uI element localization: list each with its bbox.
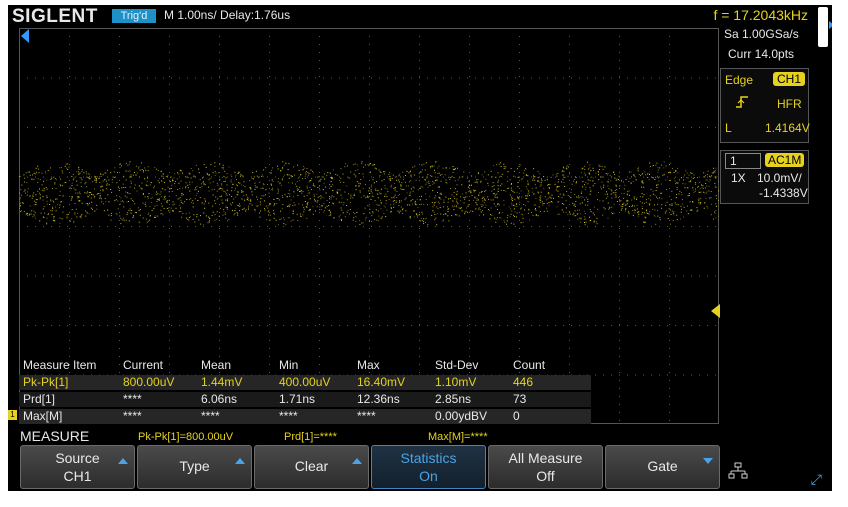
panel-scroll-handle[interactable] — [818, 7, 832, 47]
all-measure-softkey[interactable]: All Measure Off — [488, 445, 603, 489]
trigger-level-marker[interactable] — [711, 304, 720, 318]
arrow-up-icon — [118, 458, 128, 464]
channel-number: 1 — [725, 153, 761, 169]
frequency-counter: f = 17.2043kHz — [713, 7, 808, 23]
trigger-position-marker[interactable] — [21, 29, 29, 43]
table-row: Max[M] **** **** **** **** 0.00ydBV 0 — [19, 409, 591, 424]
type-softkey[interactable]: Type — [137, 445, 252, 489]
source-softkey[interactable]: Source CH1 — [20, 445, 135, 489]
trigger-type: Edge — [725, 73, 754, 87]
trigger-level-label: L — [725, 121, 732, 135]
channel1-trace — [19, 161, 719, 226]
measure-summary-bar: MEASURE Pk-Pk[1]=800.00uV Prd[1]=**** Ma… — [8, 428, 832, 445]
menu-title: MEASURE — [20, 428, 90, 444]
timebase-readout[interactable]: M 1.00ns/ Delay:1.76us — [164, 8, 290, 22]
gate-softkey[interactable]: Gate — [605, 445, 720, 489]
softkey-menu: Source CH1 Type Clear Statistics On All … — [8, 445, 832, 489]
trigger-status-badge: Trig'd — [112, 9, 156, 23]
channel-coupling: AC1M — [765, 153, 805, 167]
arrow-up-icon — [235, 458, 245, 464]
arrow-up-icon — [352, 458, 362, 464]
trigger-level: 1.4164V — [765, 121, 810, 135]
brand-logo: SIGLENT — [12, 6, 98, 27]
sample-rate: Sa 1.00GSa/s — [724, 27, 799, 41]
table-header: Measure Item Current Mean Min Max Std-De… — [23, 358, 546, 372]
vertical-offset: -1.4338V — [759, 186, 808, 200]
status-bar: SIGLENT Trig'd M 1.00ns/ Delay:1.76us f … — [8, 5, 832, 47]
channel1-info-panel[interactable]: 1 AC1M 1X 10.0mV/ -1.4338V — [720, 150, 809, 204]
network-icon — [728, 462, 748, 485]
trigger-coupling: HFR — [777, 97, 802, 111]
clear-softkey[interactable]: Clear — [254, 445, 369, 489]
rising-edge-icon — [735, 95, 749, 112]
table-row: Pk-Pk[1] 800.00uV 1.44mV 400.00uV 16.40m… — [19, 375, 591, 390]
trigger-source: CH1 — [773, 72, 806, 86]
statistics-softkey[interactable]: Statistics On — [371, 445, 486, 489]
probe-ratio: 1X — [731, 171, 746, 185]
vertical-scale: 10.0mV/ — [757, 171, 802, 185]
channel1-ground-marker[interactable]: 1 — [8, 410, 17, 420]
measure-summary-item: Prd[1]=**** — [284, 431, 337, 443]
oscilloscope-screen: SIGLENT Trig'd M 1.00ns/ Delay:1.76us f … — [8, 5, 832, 491]
trigger-info-panel[interactable]: Edge CH1 HFR L 1.4164V — [720, 68, 810, 143]
table-row: Prd[1] **** 6.06ns 1.71ns 12.36ns 2.85ns… — [19, 392, 591, 407]
measure-summary-item: Pk-Pk[1]=800.00uV — [138, 431, 234, 443]
measure-summary-item: Max[M]=**** — [428, 431, 488, 443]
arrow-down-icon — [703, 458, 713, 464]
memory-depth: Curr 14.0pts — [728, 47, 795, 61]
fullscreen-icon[interactable]: ⤢ — [811, 471, 822, 488]
